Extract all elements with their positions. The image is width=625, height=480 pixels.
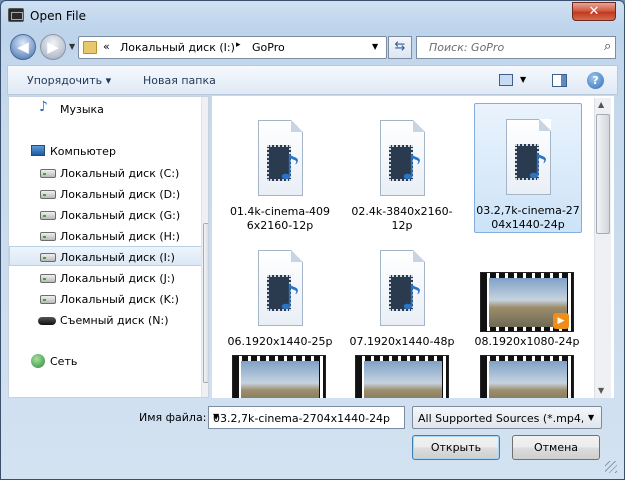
drive-icon (40, 232, 56, 241)
media-file-icon: ♪ (506, 119, 551, 195)
file-name: 06.1920x1440-25p (227, 335, 333, 348)
drive-icon (40, 253, 56, 262)
usb-drive-icon (38, 317, 56, 325)
address-bar[interactable]: « Локальный диск (I:) ▸ GoPro ▼ (78, 36, 387, 59)
refresh-button[interactable]: ⇆ (388, 36, 412, 59)
file-name: 07.1920x1440-48p (349, 335, 455, 348)
filename-value: 03.2,7k-cinema-2704x1440-24p (213, 412, 391, 425)
breadcrumb-item-gopro[interactable]: GoPro (252, 41, 285, 54)
open-button[interactable]: Открыть (412, 435, 500, 460)
drive-icon (40, 295, 56, 304)
sidebar-item-drive-k[interactable]: Локальный диск (K:) (9, 289, 208, 309)
file-name: 01.4k-cinema-4096x2160-12p (229, 205, 331, 232)
file-item[interactable]: ♪ 01.4k-cinema-4096x2160-12p (227, 105, 335, 235)
scroll-down-icon[interactable]: ▼ (598, 386, 604, 395)
play-icon: ▶ (553, 313, 569, 329)
sidebar-item-drive-i[interactable]: Локальный диск (I:) (9, 246, 208, 266)
back-button[interactable]: ◀ (10, 34, 36, 60)
sidebar-item-network[interactable]: Сеть (9, 351, 208, 371)
file-type-filter[interactable]: All Supported Sources (*.mp4, * ▼ (412, 406, 602, 429)
filename-input[interactable]: 03.2,7k-cinema-2704x1440-24p ▼ (208, 406, 405, 429)
sidebar-item-drive-d[interactable]: Локальный диск (D:) (9, 184, 208, 204)
file-list-scrollbar[interactable]: ▲ ▼ (594, 98, 611, 398)
file-name: 08.1920x1080-24p (474, 335, 580, 348)
breadcrumb-item-drive-i[interactable]: Локальный диск (I:) (120, 41, 235, 54)
filename-dropdown-icon[interactable]: ▼ (213, 412, 219, 421)
file-name: 03.2,7k-cinema-2704x1440-24p (476, 204, 580, 231)
file-type-filter-value: All Supported Sources (*.mp4, * (418, 412, 583, 425)
sidebar-item-drive-c[interactable]: Локальный диск (C:) (9, 163, 208, 183)
filename-label: Имя файла: (139, 411, 207, 424)
title-bar: Open File ✕ (1, 1, 624, 31)
sidebar-item-drive-h[interactable]: Локальный диск (H:) (9, 226, 208, 246)
file-item-selected[interactable]: ♪ 03.2,7k-cinema-2704x1440-24p (474, 103, 582, 233)
recent-pages-dropdown[interactable]: ▼ (69, 42, 75, 51)
organize-menu-button[interactable]: Упорядочить ▾ (27, 74, 111, 87)
sidebar-scrollbar[interactable] (201, 97, 208, 397)
file-item[interactable]: ♪ 07.1920x1440-48p (349, 235, 457, 365)
breadcrumb-overflow[interactable]: « (103, 40, 110, 53)
video-thumbnail[interactable] (355, 355, 449, 398)
help-icon[interactable]: ? (587, 72, 604, 89)
change-view-icon[interactable] (499, 74, 513, 86)
chevron-down-icon[interactable]: ▼ (588, 413, 594, 422)
search-icon[interactable]: ⌕ (604, 39, 611, 54)
file-item[interactable]: ♪ 02.4k-3840x2160-12p (349, 105, 457, 235)
cancel-button[interactable]: Отмена (512, 435, 600, 460)
breadcrumb-separator-icon[interactable]: ▸ (236, 40, 241, 50)
sidebar-item-drive-j[interactable]: Локальный диск (J:) (9, 268, 208, 288)
sidebar-item-computer[interactable]: Компьютер (9, 141, 208, 161)
sidebar-item-drive-g[interactable]: Локальный диск (G:) (9, 205, 208, 225)
file-list: ♪ 01.4k-cinema-4096x2160-12p ♪ 02.4k-384… (212, 96, 614, 398)
sidebar-scrollbar-thumb[interactable] (203, 223, 208, 383)
new-folder-button[interactable]: Новая папка (143, 74, 216, 87)
open-file-dialog: Open File ✕ ◀ ▶ ▼ « Локальный диск (I:) … (0, 0, 625, 480)
drive-icon (40, 211, 56, 220)
video-thumbnail: ▶ (480, 272, 574, 332)
search-input[interactable]: Поиск: GoPro ⌕ (416, 36, 616, 59)
folder-icon (83, 41, 97, 54)
network-icon (31, 354, 45, 368)
drive-icon (40, 274, 56, 283)
address-dropdown-icon[interactable]: ▼ (372, 42, 378, 51)
navigation-pane: ♪ Музыка Компьютер Локальный диск (C:) Ло… (8, 96, 209, 398)
search-placeholder: Поиск: GoPro (429, 41, 505, 54)
drive-icon (40, 190, 56, 199)
media-file-icon: ♪ (258, 250, 303, 326)
file-item[interactable]: ♪ 06.1920x1440-25p (227, 235, 335, 365)
drive-icon (40, 169, 56, 178)
forward-button[interactable]: ▶ (40, 34, 66, 60)
preview-pane-icon[interactable] (552, 74, 567, 87)
navigation-bar: ◀ ▶ ▼ « Локальный диск (I:) ▸ GoPro ▼ ⇆ … (7, 32, 618, 62)
file-list-scrollbar-thumb[interactable] (596, 114, 610, 234)
computer-icon (31, 145, 45, 156)
video-thumbnail[interactable] (480, 355, 574, 398)
media-file-icon: ♪ (258, 120, 303, 196)
file-name: 02.4k-3840x2160-12p (351, 205, 453, 232)
scroll-up-icon[interactable]: ▲ (598, 100, 604, 109)
app-icon (8, 8, 24, 22)
command-toolbar: Упорядочить ▾ Новая папка ▼ ? (7, 65, 618, 95)
media-file-icon: ♪ (380, 250, 425, 326)
resize-grip[interactable] (605, 461, 617, 473)
sidebar-item-music[interactable]: ♪ Музыка (9, 99, 208, 119)
window-title: Open File (30, 9, 86, 23)
sidebar-item-removable-n[interactable]: Съемный диск (N:) (9, 310, 208, 330)
media-file-icon: ♪ (380, 120, 425, 196)
music-icon: ♪ (39, 99, 48, 115)
video-thumbnail[interactable] (232, 355, 326, 398)
close-button[interactable]: ✕ (572, 2, 616, 21)
view-options-dropdown[interactable]: ▼ (520, 75, 526, 84)
